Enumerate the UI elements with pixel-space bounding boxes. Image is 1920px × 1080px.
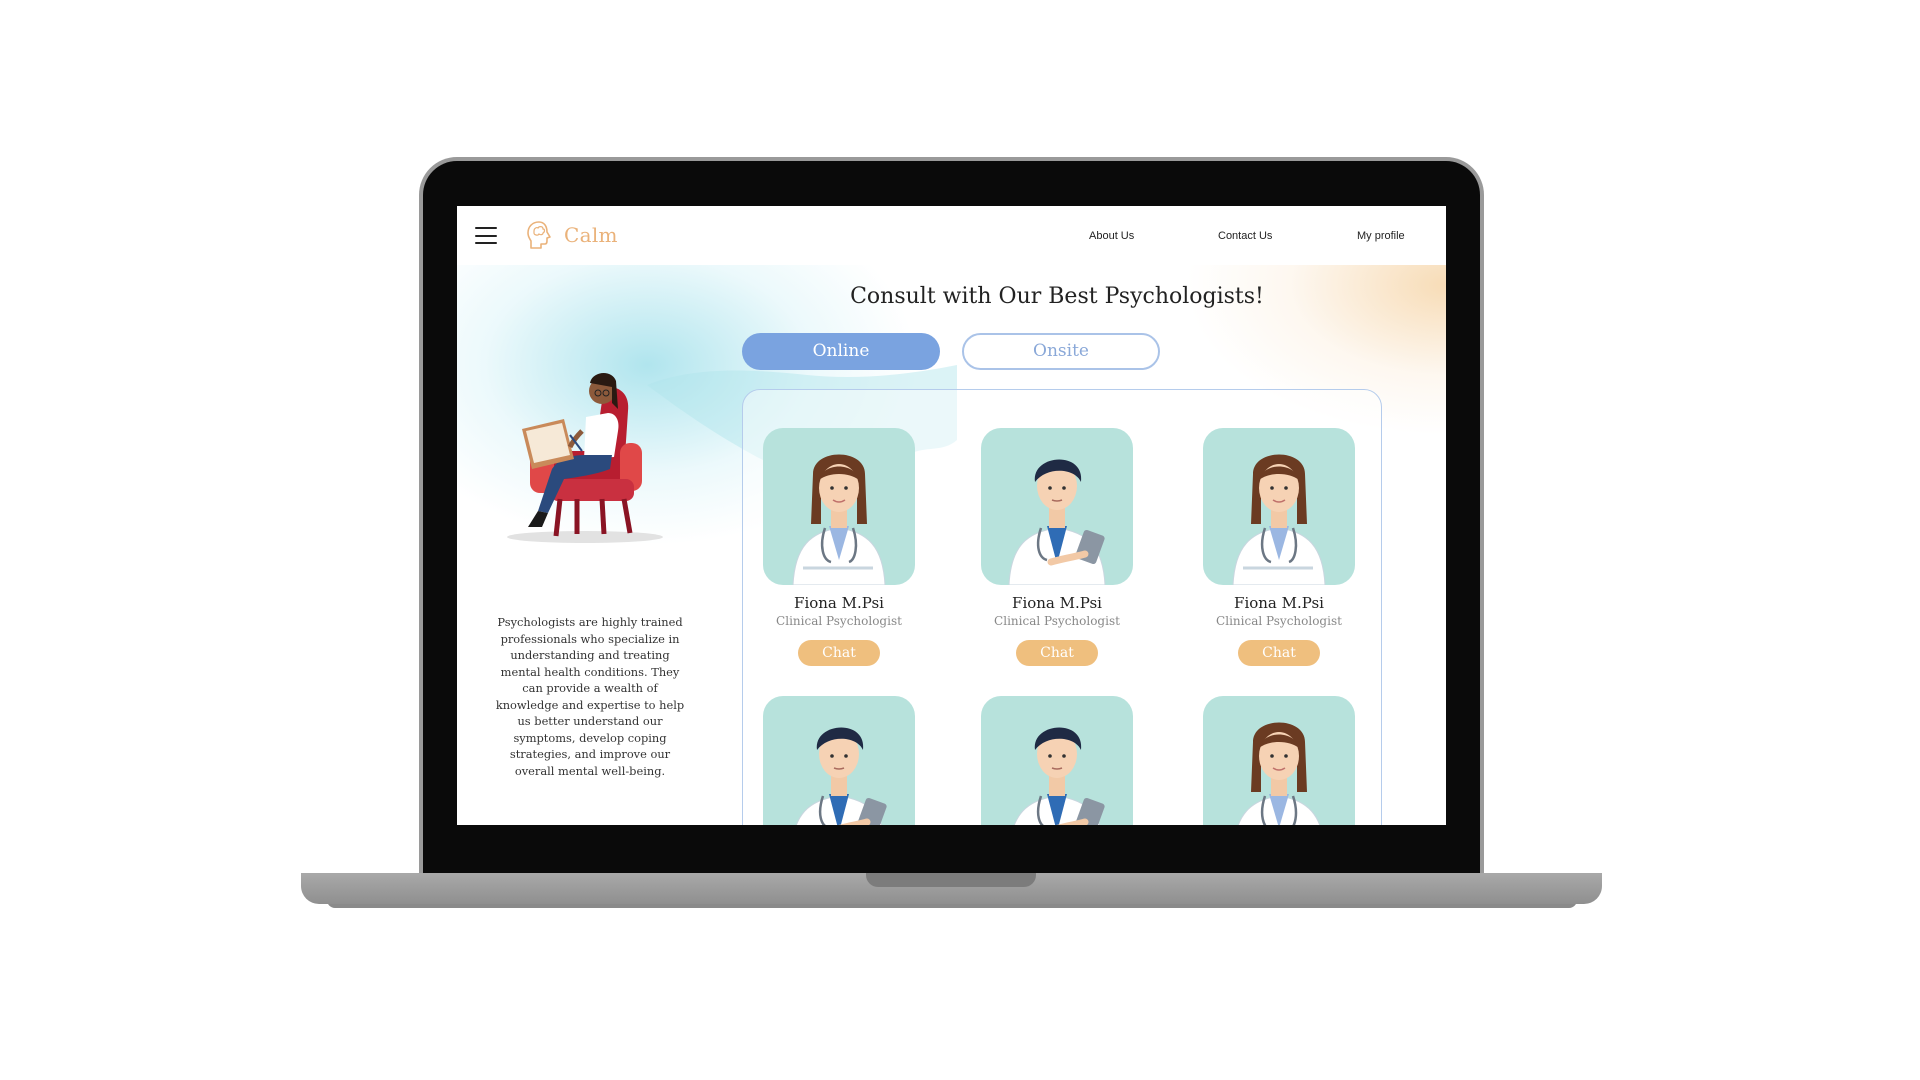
doctor-card bbox=[981, 696, 1133, 825]
doctor-name: Fiona M.Psi bbox=[1012, 594, 1102, 612]
doctor-card: Fiona M.Psi Clinical Psychologist Chat bbox=[763, 428, 915, 666]
top-navbar: Calm About Us Contact Us My profile bbox=[457, 206, 1446, 265]
app-screen: Calm About Us Contact Us My profile Cons… bbox=[457, 206, 1446, 825]
page-title: Consult with Our Best Psychologists! bbox=[850, 284, 1264, 309]
doctor-name: Fiona M.Psi bbox=[1234, 594, 1324, 612]
hamburger-menu-icon[interactable] bbox=[475, 227, 497, 244]
tab-online[interactable]: Online bbox=[742, 333, 940, 370]
doctor-card bbox=[763, 696, 915, 825]
psychologist-armchair-illustration bbox=[507, 372, 663, 543]
male-doctor-avatar bbox=[981, 696, 1133, 825]
female-doctor-avatar bbox=[763, 428, 915, 585]
doctor-role: Clinical Psychologist bbox=[994, 614, 1120, 628]
female-doctor-avatar bbox=[1203, 696, 1355, 825]
chat-button[interactable]: Chat bbox=[798, 640, 880, 666]
doctor-card: Fiona M.Psi Clinical Psychologist Chat bbox=[1203, 428, 1355, 666]
male-doctor-avatar bbox=[763, 696, 915, 825]
doctor-name: Fiona M.Psi bbox=[794, 594, 884, 612]
psychologist-description: Psychologists are highly trained profess… bbox=[495, 615, 685, 778]
app-logo[interactable]: Calm bbox=[526, 220, 618, 250]
female-doctor-avatar bbox=[1203, 428, 1355, 585]
nav-my-profile[interactable]: My profile bbox=[1357, 230, 1405, 242]
chat-button[interactable]: Chat bbox=[1016, 640, 1098, 666]
nav-about-us[interactable]: About Us bbox=[1089, 230, 1134, 242]
head-brain-icon bbox=[527, 221, 551, 249]
nav-contact-us[interactable]: Contact Us bbox=[1218, 230, 1272, 242]
doctor-role: Clinical Psychologist bbox=[1216, 614, 1342, 628]
doctor-card: Fiona M.Psi Clinical Psychologist Chat bbox=[981, 428, 1133, 666]
app-name: Calm bbox=[564, 223, 618, 247]
chat-button[interactable]: Chat bbox=[1238, 640, 1320, 666]
doctor-role: Clinical Psychologist bbox=[776, 614, 902, 628]
laptop-notch bbox=[866, 873, 1036, 887]
tab-onsite[interactable]: Onsite bbox=[962, 333, 1160, 370]
doctor-card bbox=[1203, 696, 1355, 825]
male-doctor-avatar bbox=[981, 428, 1133, 585]
